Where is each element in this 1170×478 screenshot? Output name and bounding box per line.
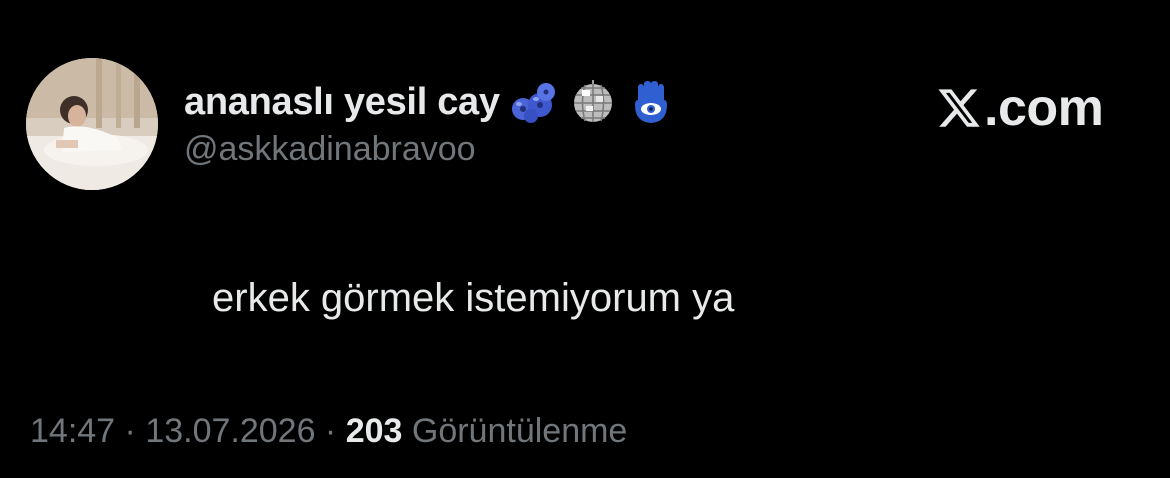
user-handle[interactable]: @askkadinabravoo xyxy=(184,130,476,169)
x-logo-icon xyxy=(938,89,980,127)
tweet-time[interactable]: 14:47 xyxy=(30,412,115,450)
meta-separator: · xyxy=(115,412,146,450)
display-name[interactable]: ananaslı yesil cay xyxy=(184,81,500,124)
tweet-card: ananaslı yesil cay @askkadinabravoo .com… xyxy=(0,0,1170,478)
tweet-date[interactable]: 13.07.2026 xyxy=(145,412,315,450)
views-label: Görüntülenme xyxy=(402,412,628,450)
mirror-ball-emoji-icon xyxy=(573,80,612,122)
user-name-row: ananaslı yesil cay xyxy=(184,78,676,126)
views-count: 203 xyxy=(345,412,403,450)
brand-watermark: .com xyxy=(936,79,1104,137)
meta-separator: · xyxy=(315,412,346,450)
name-emojis xyxy=(510,80,676,124)
avatar[interactable] xyxy=(26,58,158,190)
tweet-meta: 14:47 · 13.07.2026 · 203 Görüntülenme xyxy=(30,412,627,451)
tweet-text: erkek görmek istemiyorum ya xyxy=(212,276,735,320)
hamsa-emoji-icon xyxy=(634,81,667,123)
blueberries-emoji-icon xyxy=(511,83,555,123)
brand-suffix: .com xyxy=(984,79,1104,137)
